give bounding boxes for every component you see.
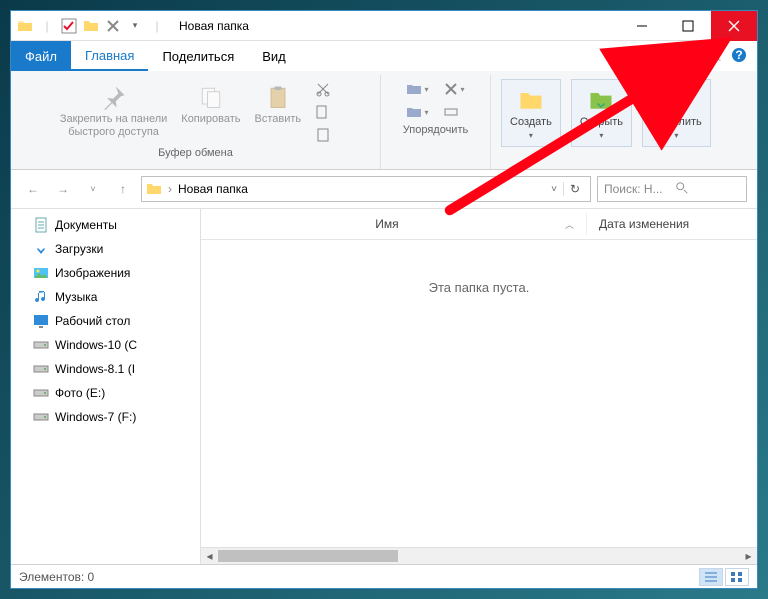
rename-button[interactable] <box>441 102 467 122</box>
maximize-button[interactable] <box>665 11 711 41</box>
close-gray-icon[interactable] <box>105 18 121 34</box>
search-placeholder: Поиск: Н... <box>604 182 669 196</box>
cut-button[interactable] <box>313 79 333 99</box>
close-button[interactable] <box>711 11 757 41</box>
nav-up-button[interactable]: ↑ <box>111 177 135 201</box>
sort-asc-icon: ︿ <box>565 218 574 231</box>
scroll-left-icon[interactable]: ◂ <box>201 548 218 564</box>
nav-item-music[interactable]: Музыка <box>11 285 200 309</box>
item-count: Элементов: 0 <box>19 570 94 584</box>
horizontal-scrollbar[interactable]: ◂ ▸ <box>201 547 757 564</box>
svg-text:?: ? <box>735 48 742 62</box>
folder-icon <box>17 18 33 34</box>
window-controls <box>619 11 757 41</box>
scroll-thumb[interactable] <box>218 550 398 562</box>
navigation-pane[interactable]: Документы Загрузки Изображения Музыка Ра… <box>11 209 201 564</box>
delete-group: ▾ <box>441 79 467 122</box>
column-date[interactable]: Дата изменения <box>587 213 757 235</box>
tab-home[interactable]: Главная <box>71 41 148 71</box>
details-view-button[interactable] <box>699 568 723 586</box>
move-group: ▾ ▾ <box>404 79 430 122</box>
nav-recent-dropdown[interactable]: ˅ <box>81 177 105 201</box>
window-title: Новая папка <box>179 19 249 33</box>
pin-button[interactable]: Закрепить на панели быстрого доступа <box>58 79 169 143</box>
file-list[interactable]: Эта папка пуста. <box>201 240 757 547</box>
qat-separator: | <box>39 18 55 34</box>
paste-button[interactable]: Вставить <box>253 79 304 130</box>
search-box[interactable]: Поиск: Н... <box>597 176 747 202</box>
folder-icon <box>146 181 162 197</box>
nav-item-drive-d[interactable]: Windows-8.1 (I <box>11 357 200 381</box>
open-button[interactable]: Открыть ▾ <box>571 79 632 147</box>
breadcrumb-separator: › <box>168 182 172 196</box>
nav-item-downloads[interactable]: Загрузки <box>11 237 200 261</box>
quick-access-toolbar: | ▾ | <box>11 18 165 34</box>
ribbon-tabs: Файл Главная Поделиться Вид ︿ ? <box>11 41 757 71</box>
empty-folder-message: Эта папка пуста. <box>201 240 757 335</box>
column-headers: Имя ︿ Дата изменения <box>201 209 757 240</box>
file-list-pane: Имя ︿ Дата изменения Эта папка пуста. ◂ … <box>201 209 757 564</box>
titlebar: | ▾ | Новая папка <box>11 11 757 41</box>
minimize-button[interactable] <box>619 11 665 41</box>
copy-to-button[interactable]: ▾ <box>404 102 430 122</box>
scroll-right-icon[interactable]: ▸ <box>740 548 757 564</box>
tab-view[interactable]: Вид <box>248 41 300 71</box>
refresh-icon[interactable]: ↻ <box>563 182 586 196</box>
nav-forward-button[interactable]: → <box>51 177 75 201</box>
nav-item-documents[interactable]: Документы <box>11 213 200 237</box>
nav-item-drive-c[interactable]: Windows-10 (C <box>11 333 200 357</box>
copy-path-button[interactable] <box>313 102 333 122</box>
status-bar: Элементов: 0 <box>11 564 757 588</box>
checkbox-icon[interactable] <box>61 18 77 34</box>
column-name[interactable]: Имя ︿ <box>201 213 587 235</box>
address-dropdown-icon[interactable]: ˅ <box>551 184 557 195</box>
select-button[interactable]: Выделить ▾ <box>642 79 711 147</box>
copy-button[interactable]: Копировать <box>179 79 242 130</box>
nav-item-drive-e[interactable]: Фото (E:) <box>11 381 200 405</box>
content-area: Документы Загрузки Изображения Музыка Ра… <box>11 208 757 564</box>
tab-share[interactable]: Поделиться <box>148 41 248 71</box>
nav-item-drive-f[interactable]: Windows-7 (F:) <box>11 405 200 429</box>
folder-small-icon[interactable] <box>83 18 99 34</box>
clipboard-extras <box>313 79 333 145</box>
paste-shortcut-button[interactable] <box>313 125 333 145</box>
icons-view-button[interactable] <box>725 568 749 586</box>
clipboard-group-label: Буфер обмена <box>158 145 233 163</box>
tab-file[interactable]: Файл <box>11 41 71 71</box>
move-to-button[interactable]: ▾ <box>404 79 430 99</box>
address-bar[interactable]: › Новая папка ˅ ↻ <box>141 176 591 202</box>
nav-back-button[interactable]: ← <box>21 177 45 201</box>
nav-item-desktop[interactable]: Рабочий стол <box>11 309 200 333</box>
qat-separator: | <box>149 18 165 34</box>
qat-dropdown-icon[interactable]: ▾ <box>127 18 143 34</box>
organize-group-label: Упорядочить <box>403 122 468 140</box>
breadcrumb-item[interactable]: Новая папка <box>178 182 248 196</box>
search-icon <box>675 181 740 198</box>
address-row: ← → ˅ ↑ › Новая папка ˅ ↻ Поиск: Н... <box>11 170 757 208</box>
new-folder-button[interactable]: Создать ▾ <box>501 79 561 147</box>
delete-button[interactable]: ▾ <box>441 79 467 99</box>
file-explorer-window: | ▾ | Новая папка <box>10 10 758 589</box>
nav-item-pictures[interactable]: Изображения <box>11 261 200 285</box>
ribbon: Закрепить на панели быстрого доступа Коп… <box>11 71 757 170</box>
collapse-ribbon-icon[interactable]: ︿ <box>710 48 721 64</box>
help-icon[interactable]: ? <box>731 47 747 66</box>
